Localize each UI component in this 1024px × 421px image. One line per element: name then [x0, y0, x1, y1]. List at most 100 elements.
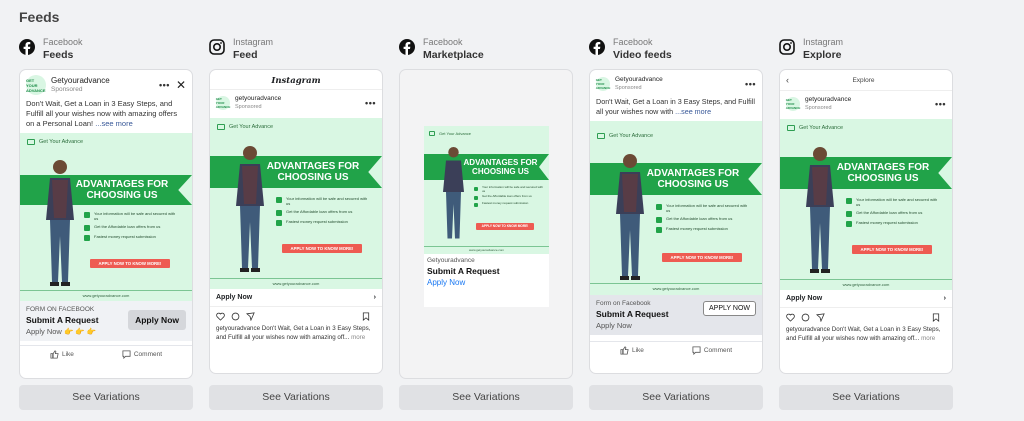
sponsored-label: Sponsored — [615, 85, 642, 91]
shield-icon — [276, 197, 282, 203]
cta-bar[interactable]: FORM ON FACEBOOK Submit A Request Apply … — [20, 301, 192, 341]
creative-brand: Get Your Advance — [217, 124, 273, 130]
shield-icon — [846, 198, 852, 204]
see-more-link[interactable]: ...see more — [675, 107, 711, 116]
more-options-icon[interactable]: ••• — [159, 80, 170, 90]
money-icon — [656, 217, 662, 223]
column-header-facebook-marketplace: Facebook Marketplace — [399, 36, 573, 69]
explore-header: ‹ Explore — [780, 70, 952, 91]
person-image — [443, 147, 464, 239]
reaction-bar: Like Comment — [20, 345, 192, 363]
more-options-icon[interactable]: ••• — [365, 98, 376, 108]
apply-now-row[interactable]: Apply Now › — [780, 290, 952, 308]
column-header-instagram-explore: Instagram Explore — [779, 36, 953, 69]
more-options-icon[interactable]: ••• — [935, 99, 946, 109]
apply-now-button[interactable]: APPLY NOW — [703, 301, 756, 316]
advertiser-name[interactable]: Getyouradvance — [51, 76, 159, 85]
creative-bullets: Your information will be safe and secure… — [474, 185, 544, 209]
bookmark-icon[interactable] — [362, 312, 370, 321]
placement-name: Explore — [803, 49, 842, 61]
see-more-link[interactable]: ...see more — [95, 119, 133, 128]
share-icon[interactable] — [246, 312, 255, 321]
preview-card-instagram-explore[interactable]: ‹ Explore GET YOUR ADVANCE getyouradvanc… — [779, 69, 953, 374]
creative-brand: Get Your Advance — [787, 125, 843, 131]
preview-card-facebook-marketplace[interactable]: Get Your Advance ADVANTAGES FOR CHOOSING… — [399, 69, 573, 379]
brand-icon — [597, 133, 605, 139]
creative-website: www.getyouradvance.com — [780, 279, 952, 287]
creative-website: www.getyouradvance.com — [210, 278, 382, 286]
facebook-icon — [399, 39, 415, 55]
speed-icon — [656, 227, 662, 233]
shield-icon — [84, 212, 90, 218]
like-icon — [50, 350, 59, 359]
close-icon[interactable]: ✕ — [176, 78, 186, 92]
shield-icon — [474, 187, 478, 191]
ig-caption: getyouradvance Don't Wait, Get a Loan in… — [786, 326, 941, 342]
explore-title: Explore — [852, 76, 875, 84]
creative-apply-button: APPLY NOW TO KNOW MORE! — [852, 245, 932, 254]
person-image — [616, 154, 644, 280]
money-icon — [276, 210, 282, 216]
share-icon[interactable] — [816, 313, 825, 322]
comment-button[interactable]: Comment — [122, 350, 162, 359]
apply-now-link[interactable]: Apply Now — [424, 278, 549, 307]
money-icon — [846, 211, 852, 217]
ad-creative[interactable]: Get Your Advance ADVANTAGES FOR CHOOSING… — [20, 133, 192, 301]
more-options-icon[interactable]: ••• — [745, 79, 756, 89]
comment-icon — [692, 346, 701, 355]
preview-card-facebook-video-feeds[interactable]: GET YOUR ADVANCE Getyouradvance Sponsore… — [589, 69, 763, 374]
see-variations-button[interactable]: See Variations — [589, 385, 763, 410]
see-variations-button[interactable]: See Variations — [779, 385, 953, 410]
brand-icon — [27, 139, 35, 145]
advertiser-logo: GET YOUR ADVANCE — [26, 75, 46, 95]
sponsored-label: Sponsored — [805, 105, 832, 111]
advertiser-name[interactable]: Getyouradvance — [615, 75, 745, 84]
platform-name: Facebook — [613, 37, 653, 47]
apply-now-row[interactable]: Apply Now › — [210, 289, 382, 307]
brand-icon — [217, 124, 225, 130]
cta-bar[interactable]: Form on Facebook Submit A Request Apply … — [590, 295, 762, 335]
platform-name: Facebook — [43, 37, 83, 47]
instagram-logo: Instagram — [210, 70, 382, 90]
see-variations-button[interactable]: See Variations — [209, 385, 383, 410]
speed-icon — [474, 203, 478, 207]
placement-name: Video feeds — [613, 49, 672, 61]
advertiser-name[interactable]: getyouradvance — [235, 94, 365, 103]
creative-apply-button: APPLY NOW TO KNOW MORE! — [476, 223, 534, 230]
see-variations-button[interactable]: See Variations — [19, 385, 193, 410]
like-button[interactable]: Like — [50, 350, 74, 359]
apply-now-button[interactable]: Apply Now — [128, 310, 186, 330]
comment-icon[interactable] — [801, 313, 810, 322]
marketplace-item[interactable]: Get Your Advance ADVANTAGES FOR CHOOSING… — [424, 126, 549, 307]
chevron-right-icon: › — [373, 294, 376, 301]
creative-brand: Get Your Advance — [429, 131, 471, 136]
advertiser-logo: GET YOUR ADVANCE — [215, 96, 231, 110]
ad-creative[interactable]: Get Your Advance ADVANTAGES FOR CHOOSING… — [210, 118, 382, 289]
preview-card-facebook-feeds[interactable]: GET YOUR ADVANCE Getyouradvance Sponsore… — [19, 69, 193, 379]
heart-icon[interactable] — [786, 313, 795, 322]
advertiser-name[interactable]: getyouradvance — [805, 95, 935, 104]
person-image — [806, 147, 834, 273]
ad-creative[interactable]: Get Your Advance ADVANTAGES FOR CHOOSING… — [780, 119, 952, 290]
comment-icon — [122, 350, 131, 359]
primary-text: Don't Wait, Get a Loan in 3 Easy Steps, … — [596, 97, 755, 116]
heart-icon[interactable] — [216, 312, 225, 321]
column-header-facebook-feeds: Facebook Feeds — [19, 36, 193, 69]
platform-name: Instagram — [803, 37, 844, 47]
cta-subtitle: Apply Now — [596, 321, 632, 330]
like-icon — [620, 346, 629, 355]
ad-creative[interactable]: Get Your Advance ADVANTAGES FOR CHOOSING… — [590, 121, 762, 295]
comment-button[interactable]: Comment — [692, 346, 732, 355]
section-title: Feeds — [19, 9, 60, 25]
like-button[interactable]: Like — [620, 346, 644, 355]
creative-bullets: Your information will be safe and secure… — [276, 196, 371, 229]
see-variations-button[interactable]: See Variations — [399, 385, 573, 410]
creative-website: www.getyouradvance.com — [590, 283, 762, 291]
bookmark-icon[interactable] — [932, 313, 940, 322]
placement-name: Feed — [233, 49, 258, 61]
speed-icon — [846, 221, 852, 227]
ad-creative: Get Your Advance ADVANTAGES FOR CHOOSING… — [424, 126, 549, 254]
comment-icon[interactable] — [231, 312, 240, 321]
creative-bullets: Your information will be safe and secure… — [656, 203, 751, 236]
preview-card-instagram-feed[interactable]: Instagram GET YOUR ADVANCE getyouradvanc… — [209, 69, 383, 374]
